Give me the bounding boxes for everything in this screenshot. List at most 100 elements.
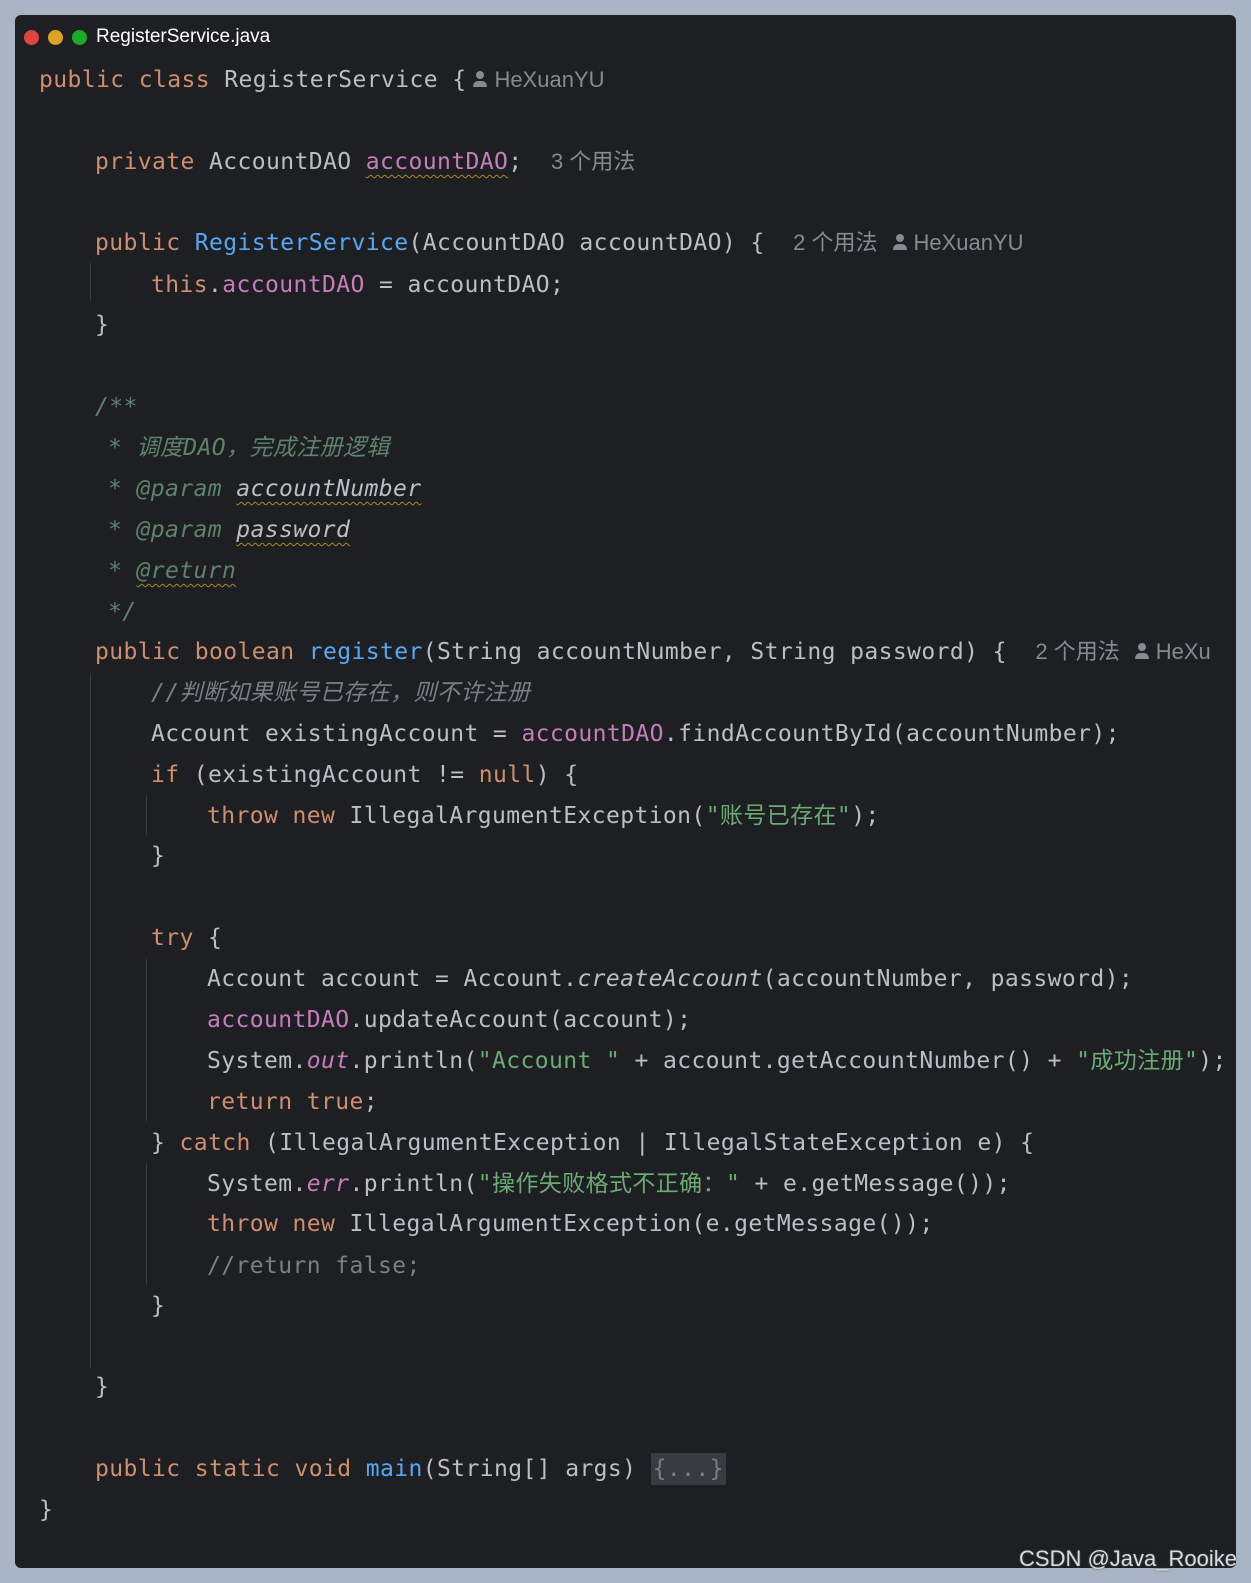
- editor-window: RegisterService.java public class Regist…: [15, 15, 1236, 1568]
- author-hint[interactable]: HeXuanYU: [466, 67, 605, 92]
- code-line: return true;: [207, 1087, 378, 1117]
- parameters: (String[] args): [422, 1456, 651, 1482]
- statement: (accountNumber, password);: [762, 966, 1134, 992]
- keyword: public: [95, 230, 181, 256]
- statement: + account.getAccountNumber() +: [620, 1048, 1077, 1074]
- keyword: void: [294, 1456, 352, 1482]
- statement: .updateAccount(account);: [349, 1007, 692, 1033]
- author-hint[interactable]: HeXu: [1120, 639, 1211, 664]
- keyword: private: [95, 149, 195, 175]
- code-line: } catch (IllegalArgumentException | Ille…: [151, 1128, 1034, 1158]
- keyword: throw: [207, 803, 279, 829]
- javadoc-param: password: [236, 517, 351, 543]
- javadoc-tag: @param: [136, 476, 222, 502]
- code-line: }: [151, 841, 165, 871]
- watermark: CSDN @Java_Rooike: [1019, 1546, 1237, 1571]
- javadoc-tag: @return: [136, 558, 237, 584]
- keyword: new: [292, 1211, 336, 1237]
- statement: (IllegalArgumentException | IllegalState…: [250, 1130, 1035, 1156]
- javadoc-description: * 调度DAO，完成注册逻辑: [108, 435, 390, 461]
- statement: .println(: [349, 1048, 478, 1074]
- statement: );: [1198, 1048, 1227, 1074]
- keyword: public: [95, 639, 181, 665]
- static-method: createAccount: [577, 966, 763, 992]
- statement: IllegalArgumentException(: [335, 803, 706, 829]
- javadoc-line: * @param password: [108, 515, 350, 545]
- code-line: System.out.println("Account " + account.…: [207, 1046, 1227, 1076]
- javadoc-tag: @param: [136, 517, 222, 543]
- statement: .println(: [349, 1171, 478, 1197]
- keyword: true: [306, 1089, 364, 1115]
- keyword: throw: [207, 1211, 279, 1237]
- javadoc-line: * 调度DAO，完成注册逻辑: [108, 433, 390, 463]
- javadoc-close: */: [108, 599, 137, 625]
- javadoc-line: * @param accountNumber: [108, 474, 421, 504]
- statement: + e.getMessage());: [740, 1171, 1011, 1197]
- folded-code-block[interactable]: {...}: [650, 1453, 726, 1485]
- indent-guide: [146, 795, 147, 835]
- string-literal: "Account ": [477, 1048, 621, 1074]
- code-line: throw new IllegalArgumentException("账号已存…: [207, 801, 880, 831]
- indent-guide: [146, 959, 147, 1121]
- code-line: Account account = Account.createAccount(…: [207, 964, 1133, 994]
- brace: }: [95, 312, 110, 338]
- code-line: accountDAO.updateAccount(account);: [207, 1005, 691, 1035]
- code-line: if (existingAccount != null) {: [151, 760, 578, 790]
- keyword: boolean: [194, 639, 295, 665]
- statement: (existingAccount !=: [179, 762, 479, 788]
- static-field: out: [306, 1048, 350, 1074]
- code-line: public static void main(String[] args) {…: [95, 1453, 726, 1485]
- code-line: public RegisterService(AccountDAO accoun…: [95, 228, 1024, 258]
- code-line: try {: [151, 923, 222, 953]
- parameters: (String accountNumber, String password) …: [422, 639, 1007, 665]
- string-literal: "成功注册": [1076, 1048, 1199, 1074]
- person-icon: [892, 233, 908, 251]
- string-literal: "操作失败格式不正确：": [477, 1171, 741, 1197]
- statement: System.: [207, 1171, 307, 1197]
- code-line: }: [95, 1372, 109, 1402]
- brace: }: [39, 1497, 54, 1523]
- keyword: if: [151, 762, 180, 788]
- code-line: public class RegisterService {HeXuanYU: [39, 65, 605, 95]
- parameters: (AccountDAO accountDAO) {: [408, 230, 765, 256]
- brace: {: [193, 925, 223, 951]
- statement: Account existingAccount =: [151, 721, 522, 747]
- usages-hint[interactable]: 2 个用法: [1035, 639, 1119, 664]
- code-editor[interactable]: public class RegisterService {HeXuanYU p…: [15, 15, 1236, 1568]
- statement: Account account = Account.: [207, 966, 578, 992]
- brace: }: [151, 1130, 180, 1156]
- statement: = accountDAO;: [364, 272, 565, 298]
- keyword: null: [478, 762, 536, 788]
- keyword: class: [138, 67, 210, 93]
- constructor-name: RegisterService: [194, 230, 409, 256]
- code-line: }: [95, 310, 109, 340]
- code-line: }: [151, 1291, 165, 1321]
- keyword: public: [39, 67, 125, 93]
- person-icon: [1134, 642, 1150, 660]
- keyword: new: [292, 803, 336, 829]
- field-name: accountDAO: [365, 149, 509, 175]
- field-name: accountDAO: [207, 1007, 350, 1033]
- code-line: }: [39, 1495, 53, 1525]
- field-name: accountDAO: [222, 272, 365, 298]
- string-literal: "账号已存在": [705, 803, 852, 829]
- code-line: this.accountDAO = accountDAO;: [151, 270, 564, 300]
- usages-hint[interactable]: 2 个用法: [793, 230, 877, 255]
- class-name: RegisterService {: [224, 67, 467, 93]
- person-icon: [472, 70, 488, 88]
- keyword: this: [151, 272, 208, 298]
- type-name: AccountDAO: [208, 149, 352, 175]
- comment-line: //判断如果账号已存在，则不许注册: [151, 678, 531, 708]
- comment: //return false;: [207, 1253, 421, 1279]
- statement: );: [851, 803, 880, 829]
- author-name: HeXu: [1155, 639, 1211, 664]
- indent-guide: [146, 1163, 147, 1285]
- javadoc-star: *: [108, 517, 137, 543]
- usages-hint[interactable]: 3 个用法: [551, 149, 635, 174]
- javadoc-line: /**: [95, 392, 138, 422]
- punctuation: .: [208, 272, 223, 298]
- punctuation: ;: [508, 149, 523, 175]
- code-line: throw new IllegalArgumentException(e.get…: [207, 1209, 934, 1239]
- javadoc-star: *: [108, 558, 137, 584]
- author-hint[interactable]: HeXuanYU: [878, 230, 1024, 255]
